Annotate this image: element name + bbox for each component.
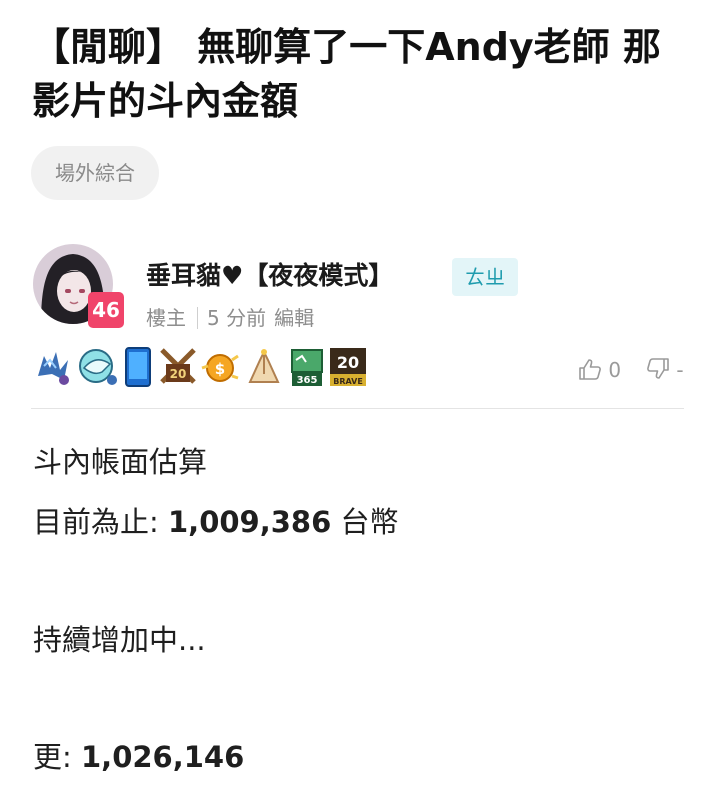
upvote-button[interactable]: 0 <box>578 358 621 382</box>
board-tag[interactable]: 場外綜合 <box>31 146 159 200</box>
brave-20-badge-icon[interactable]: 20 BRAVE <box>328 346 368 392</box>
svg-text:$: $ <box>215 360 225 378</box>
update-label: 更: <box>33 740 72 774</box>
edit-link[interactable]: 編輯 <box>274 306 314 330</box>
level-badge: 46 <box>88 292 124 328</box>
svg-text:20: 20 <box>170 367 187 381</box>
current-total-label: 目前為止: <box>33 505 159 539</box>
post-meta: 樓主 5 分前 編輯 <box>146 302 314 331</box>
content-line-4: 更: 1,026,146 <box>33 737 244 777</box>
downvote-count: - <box>676 358 684 382</box>
content-line-2: 目前為止: 1,009,386 台幣 <box>33 502 399 542</box>
svg-text:365: 365 <box>297 375 318 386</box>
content-line-1: 斗內帳面估算 <box>33 445 208 479</box>
divider <box>31 408 684 409</box>
phone-badge-icon[interactable] <box>124 346 152 392</box>
hands-badge-icon[interactable] <box>244 346 284 392</box>
svg-text:20: 20 <box>337 353 359 372</box>
author-name[interactable]: 垂耳貓♥【夜夜模式】 <box>146 256 393 292</box>
bird-badge-icon[interactable] <box>76 346 120 392</box>
content-line-3: 持續增加中... <box>33 623 206 657</box>
current-total-unit: 台幣 <box>340 505 399 539</box>
coin-badge-icon[interactable]: $ <box>200 346 240 392</box>
upvote-count: 0 <box>608 358 622 382</box>
downvote-button[interactable]: - <box>646 358 684 382</box>
swords-20-badge-icon[interactable]: 20 <box>158 346 198 392</box>
thumbs-up-icon <box>579 359 601 380</box>
svg-text:BRAVE: BRAVE <box>333 377 363 386</box>
post-title: 【閒聊】 無聊算了一下Andy老師 那影片的斗內金額 <box>32 25 661 123</box>
dragon-badge-icon[interactable] <box>34 346 74 392</box>
thumbs-down-icon <box>647 358 669 379</box>
meta-divider <box>197 307 198 329</box>
flag-365-badge-icon[interactable]: 365 <box>286 346 326 392</box>
update-value: 1,026,146 <box>81 740 245 774</box>
author-id-badge[interactable]: ㄊㄓ <box>452 258 518 296</box>
role-label: 樓主 <box>146 306 186 330</box>
post-time: 5 分前 <box>207 306 267 330</box>
current-total-value: 1,009,386 <box>168 505 332 539</box>
